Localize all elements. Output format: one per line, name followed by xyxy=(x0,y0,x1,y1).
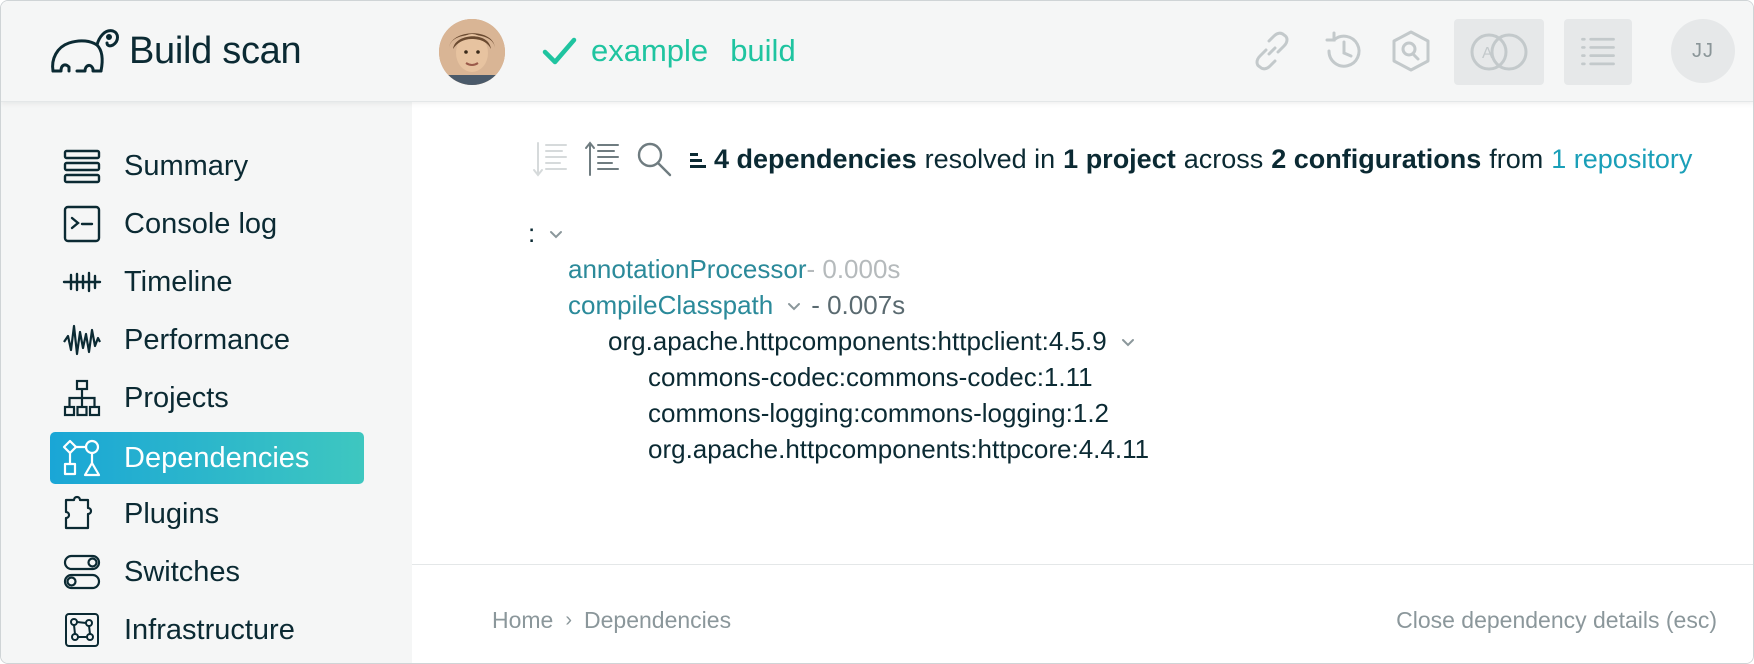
app-window: Build scan example build A JJ Summary Co… xyxy=(0,0,1754,664)
link-button[interactable] xyxy=(1247,26,1297,76)
status-word-project: example xyxy=(591,33,709,68)
stack-icon xyxy=(690,152,706,168)
sidebar-item-label: Summary xyxy=(124,149,249,182)
menu-button[interactable] xyxy=(1564,19,1632,85)
dependency-name[interactable]: org.apache.httpcomponents:httpcore:4.4.1… xyxy=(648,434,1149,465)
performance-icon xyxy=(60,318,104,362)
sidebar-item-console-log[interactable]: Console log xyxy=(50,198,364,250)
link-icon xyxy=(1255,31,1289,71)
tree-dependency-child[interactable]: commons-codec:commons-codec:1.11 xyxy=(648,362,1093,393)
tree-dependency-child[interactable]: commons-logging:commons-logging:1.2 xyxy=(648,398,1109,429)
breadcrumb: Home › Dependencies xyxy=(492,607,731,634)
configuration-count: 2 configurations xyxy=(1271,144,1482,174)
dependency-name[interactable]: org.apache.httpcomponents:httpclient:4.5… xyxy=(608,326,1107,357)
dependency-toolbar xyxy=(528,137,684,181)
repository-link[interactable]: 1 repository xyxy=(1551,144,1692,175)
root-project-label: : xyxy=(528,218,536,248)
logo[interactable]: Build scan xyxy=(47,23,302,79)
user-photo-icon xyxy=(439,19,505,85)
user-initials-avatar[interactable]: JJ xyxy=(1671,19,1735,83)
compare-icon: A xyxy=(1470,33,1528,71)
sidebar-item-summary[interactable]: Summary xyxy=(50,140,364,192)
top-header: Build scan example build A JJ xyxy=(1,1,1753,102)
configuration-time: - 0.007s xyxy=(811,290,906,320)
sidebar-item-label: Dependencies xyxy=(124,441,310,474)
sort-up-icon xyxy=(585,141,619,176)
expand-all-button[interactable] xyxy=(580,137,624,181)
close-details-link[interactable]: Close dependency details (esc) xyxy=(1396,607,1717,634)
dependency-name[interactable]: commons-codec:commons-codec:1.11 xyxy=(648,362,1093,393)
summary-text: from xyxy=(1489,144,1544,174)
elephant-logo-icon xyxy=(51,29,119,73)
summary-text: resolved in xyxy=(924,144,1056,174)
configuration-name[interactable]: annotationProcessor xyxy=(568,254,806,285)
project-count: 1 project xyxy=(1063,144,1176,174)
sort-down-icon xyxy=(533,142,567,177)
success-check-icon xyxy=(542,37,577,65)
search-dependencies-button[interactable] xyxy=(632,137,676,181)
sidebar-item-projects[interactable]: Projects xyxy=(50,372,364,424)
breadcrumb-current[interactable]: Dependencies xyxy=(584,607,731,634)
sidebar-item-label: Infrastructure xyxy=(124,613,295,646)
sidebar-item-label: Switches xyxy=(124,555,241,588)
summary-icon xyxy=(60,144,104,188)
search-hex-icon xyxy=(1392,30,1430,72)
timeline-icon xyxy=(60,260,104,304)
main-content: 4 dependencies resolved in 1 project acr… xyxy=(412,102,1753,663)
sidebar-item-label: Plugins xyxy=(124,497,220,530)
sidebar-item-dependencies[interactable]: Dependencies xyxy=(50,432,364,484)
sidebar-item-plugins[interactable]: Plugins xyxy=(50,488,364,540)
svg-text:A: A xyxy=(1482,45,1493,62)
status-word-task: build xyxy=(730,33,796,68)
projects-icon xyxy=(60,376,104,420)
dependency-name[interactable]: commons-logging:commons-logging:1.2 xyxy=(648,398,1109,429)
sidebar-item-infrastructure[interactable]: Infrastructure xyxy=(50,604,364,656)
sidebar-item-label: Timeline xyxy=(124,265,233,298)
switches-icon xyxy=(60,550,104,594)
tree-dependency-httpclient[interactable]: org.apache.httpcomponents:httpclient:4.5… xyxy=(608,326,1145,357)
sidebar-item-switches[interactable]: Switches xyxy=(50,546,364,598)
search-build-button[interactable] xyxy=(1386,26,1436,76)
dependency-summary: 4 dependencies resolved in 1 project acr… xyxy=(688,144,1692,175)
list-icon xyxy=(1581,37,1615,66)
dependency-count: 4 dependencies xyxy=(714,144,917,174)
sidebar: Summary Console log Timeline Performance… xyxy=(1,102,412,663)
chevron-down-icon[interactable] xyxy=(1119,333,1137,351)
tree-dependency-child[interactable]: org.apache.httpcomponents:httpcore:4.4.1… xyxy=(648,434,1149,465)
collapse-all-button[interactable] xyxy=(528,137,572,181)
summary-text: across xyxy=(1183,144,1264,174)
sidebar-item-timeline[interactable]: Timeline xyxy=(50,256,364,308)
sidebar-item-label: Console log xyxy=(124,207,278,240)
history-button[interactable] xyxy=(1318,26,1368,76)
tree-root[interactable]: : xyxy=(528,218,573,249)
tree-config-annotation-processor[interactable]: annotationProcessor - 0.000s xyxy=(568,254,900,285)
sidebar-item-label: Performance xyxy=(124,323,291,356)
breadcrumb-separator: › xyxy=(565,609,573,631)
configuration-name[interactable]: compileClasspath xyxy=(568,290,773,321)
sidebar-item-label: Projects xyxy=(124,381,229,414)
plugins-icon xyxy=(60,492,104,536)
dependencies-icon xyxy=(60,436,104,480)
build-status: example build xyxy=(539,31,796,71)
breadcrumb-home[interactable]: Home xyxy=(492,607,553,634)
chevron-down-icon[interactable] xyxy=(547,225,565,243)
compare-button[interactable]: A xyxy=(1454,19,1544,85)
search-icon xyxy=(637,142,672,177)
build-user-avatar[interactable] xyxy=(439,19,505,85)
details-footer: Home › Dependencies Close dependency det… xyxy=(412,564,1753,663)
sidebar-item-performance[interactable]: Performance xyxy=(50,314,364,366)
infrastructure-icon xyxy=(60,608,104,652)
configuration-time: - 0.000s xyxy=(806,254,901,284)
chevron-down-icon[interactable] xyxy=(785,297,803,315)
app-title: Build scan xyxy=(129,29,302,72)
history-icon xyxy=(1325,31,1361,68)
console-icon xyxy=(60,202,104,246)
tree-config-compile-classpath[interactable]: compileClasspath - 0.007s xyxy=(568,290,905,321)
